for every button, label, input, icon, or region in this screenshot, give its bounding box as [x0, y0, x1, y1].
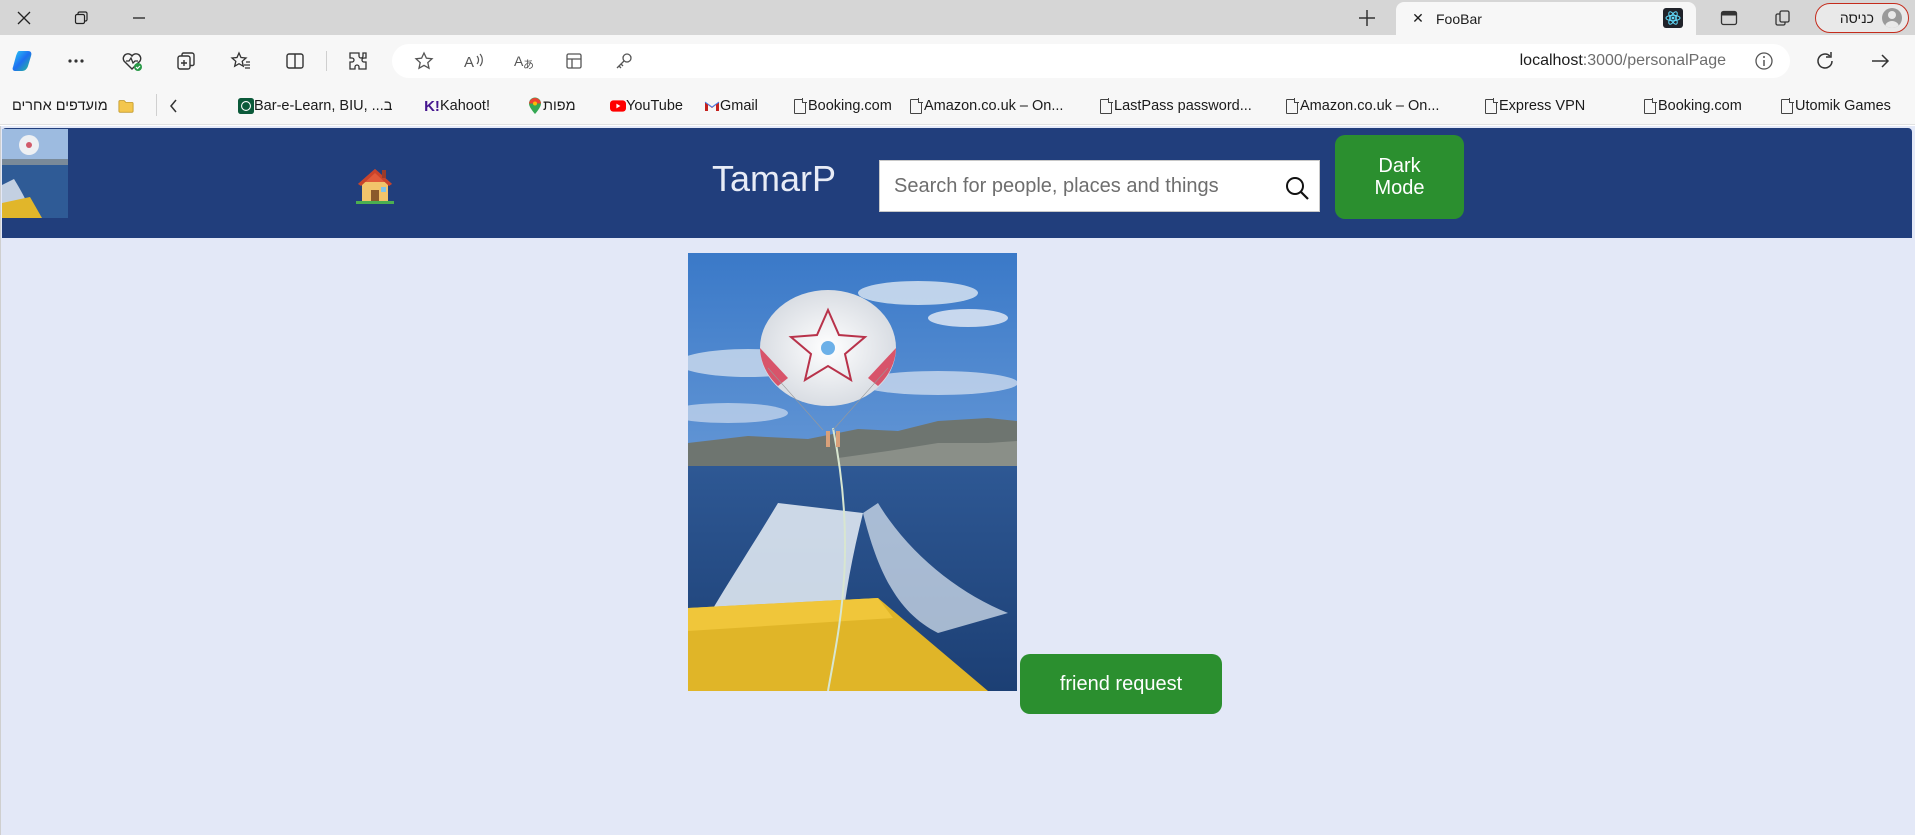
- bookmark-item[interactable]: LastPass password...: [1090, 95, 1252, 117]
- bookmark-item[interactable]: Amazon.co.uk – On...: [1276, 95, 1439, 117]
- url-host: localhost: [1519, 52, 1583, 69]
- refresh-icon[interactable]: [1809, 45, 1841, 77]
- restore-icon: [74, 10, 88, 24]
- bookmark-label: מפות: [543, 98, 576, 114]
- translate-icon[interactable]: Aあ: [508, 45, 540, 77]
- bookmarks-divider: [156, 94, 157, 116]
- file-icon: [910, 98, 923, 114]
- bookmark-label: Amazon.co.uk – On...: [924, 98, 1064, 114]
- site-navbar: TamarP Dark Mode: [2, 128, 1912, 238]
- bookmark-label: Express VPN: [1499, 98, 1586, 114]
- chevron-left-icon: [170, 99, 177, 113]
- browser-titlebar: ✕ FooBar כניסה: [0, 0, 1915, 35]
- page-username: TamarP: [712, 158, 837, 199]
- more-options-icon[interactable]: [60, 45, 92, 77]
- folder-icon: [118, 98, 134, 114]
- minimize-icon: [133, 16, 145, 19]
- new-tab-button[interactable]: [1352, 4, 1382, 32]
- bookmark-item[interactable]: K! Kahoot!: [416, 95, 490, 117]
- window-minimize-button[interactable]: [116, 0, 162, 35]
- search-icon[interactable]: [1285, 176, 1309, 200]
- parasailing-thumbnail-image: [2, 129, 68, 218]
- kahoot-icon: K!: [424, 97, 440, 115]
- file-icon: [1644, 98, 1657, 114]
- bookmark-item[interactable]: Gmail: [696, 95, 758, 117]
- file-icon: [794, 98, 807, 114]
- file-icon: [1100, 98, 1113, 114]
- tab-foobar[interactable]: ✕ FooBar: [1396, 2, 1696, 35]
- workspaces-icon[interactable]: [1768, 5, 1798, 31]
- plus-icon: [1359, 10, 1375, 26]
- forward-arrow-icon[interactable]: [1864, 45, 1896, 77]
- other-favorites[interactable]: מועדפים אחרים: [12, 95, 134, 117]
- barilan-icon: [238, 98, 254, 114]
- site-info-icon[interactable]: [1748, 45, 1780, 77]
- tab-close-icon[interactable]: ✕: [1406, 10, 1430, 27]
- tab-title: FooBar: [1436, 10, 1482, 27]
- bookmarks-overflow-chevron[interactable]: [168, 95, 180, 117]
- bookmark-item[interactable]: Utomik Games: [1771, 95, 1891, 117]
- react-devtools-icon[interactable]: [1658, 5, 1688, 31]
- maps-icon: [527, 97, 543, 114]
- toolbar-divider: [326, 51, 327, 71]
- bookmark-item[interactable]: Bar-e-Learn, BIU, ...ב: [230, 95, 392, 117]
- bookmark-label: Bar-e-Learn, BIU, ...ב: [254, 98, 393, 114]
- search-box: [879, 160, 1320, 212]
- url-text[interactable]: localhost:3000/personalPage: [1520, 52, 1726, 70]
- bookmark-item[interactable]: Booking.com: [784, 95, 892, 117]
- friend-request-button[interactable]: friend request: [1020, 654, 1222, 714]
- bookmark-item[interactable]: YouTube: [602, 95, 683, 117]
- file-icon: [1485, 98, 1498, 114]
- page-viewport: TamarP Dark Mode: [0, 126, 1915, 835]
- home-icon[interactable]: [354, 164, 396, 204]
- bookmark-label: Booking.com: [808, 98, 892, 114]
- file-icon: [1781, 98, 1794, 114]
- read-aloud-icon[interactable]: A: [458, 45, 490, 77]
- window-restore-button[interactable]: [58, 0, 104, 35]
- extensions-icon[interactable]: [342, 45, 374, 77]
- profile-button[interactable]: כניסה: [1815, 3, 1909, 33]
- bookmark-label: Gmail: [720, 98, 758, 114]
- add-favorite-star-icon[interactable]: [408, 45, 440, 77]
- password-key-icon[interactable]: [608, 45, 640, 77]
- bookmark-label: Booking.com: [1658, 98, 1742, 114]
- svg-text:あ: あ: [523, 58, 534, 71]
- close-icon: [17, 11, 31, 24]
- profile-photo: [688, 253, 1017, 691]
- profile-label: כניסה: [1839, 10, 1874, 26]
- bookmark-label: Kahoot!: [440, 98, 490, 114]
- copilot-icon[interactable]: [8, 45, 40, 77]
- collections-icon[interactable]: [170, 45, 202, 77]
- tab-actions-icon[interactable]: [1714, 5, 1744, 31]
- window-close-button[interactable]: [1, 0, 47, 35]
- bookmark-label: Amazon.co.uk – On...: [1300, 98, 1440, 114]
- bookmark-label: LastPass password...: [1114, 98, 1252, 114]
- parasailing-photo-image: [688, 253, 1017, 691]
- bookmark-item[interactable]: Express VPN: [1475, 95, 1585, 117]
- other-favorites-label: מועדפים אחרים: [12, 98, 108, 114]
- bookmark-item[interactable]: Amazon.co.uk – On...: [900, 95, 1063, 117]
- bookmark-label: Utomik Games: [1795, 98, 1891, 114]
- dark-mode-button[interactable]: Dark Mode: [1335, 135, 1464, 219]
- bookmark-label: YouTube: [626, 98, 683, 114]
- youtube-icon: [610, 98, 626, 114]
- profile-thumbnail[interactable]: [2, 129, 68, 218]
- avatar-icon: [1882, 8, 1902, 28]
- browser-essentials-icon[interactable]: [116, 45, 148, 77]
- file-icon: [1286, 98, 1299, 114]
- bookmark-item[interactable]: Booking.com: [1634, 95, 1742, 117]
- app-available-icon[interactable]: [558, 45, 590, 77]
- split-screen-icon[interactable]: [279, 45, 311, 77]
- svg-text:A: A: [464, 54, 474, 71]
- bookmarks-bar: Utomik Games Booking.com Express VPN Ama…: [0, 87, 1915, 125]
- gmail-icon: [704, 98, 720, 114]
- bookmark-item[interactable]: מפות: [519, 95, 576, 117]
- browser-toolbar: A Aあ localhost:3000/personalPage: [0, 35, 1915, 87]
- favorites-icon[interactable]: [225, 45, 257, 77]
- url-path: :3000/personalPage: [1582, 52, 1726, 69]
- address-bar[interactable]: A Aあ localhost:3000/personalPage: [392, 44, 1790, 78]
- search-input[interactable]: [880, 161, 1280, 211]
